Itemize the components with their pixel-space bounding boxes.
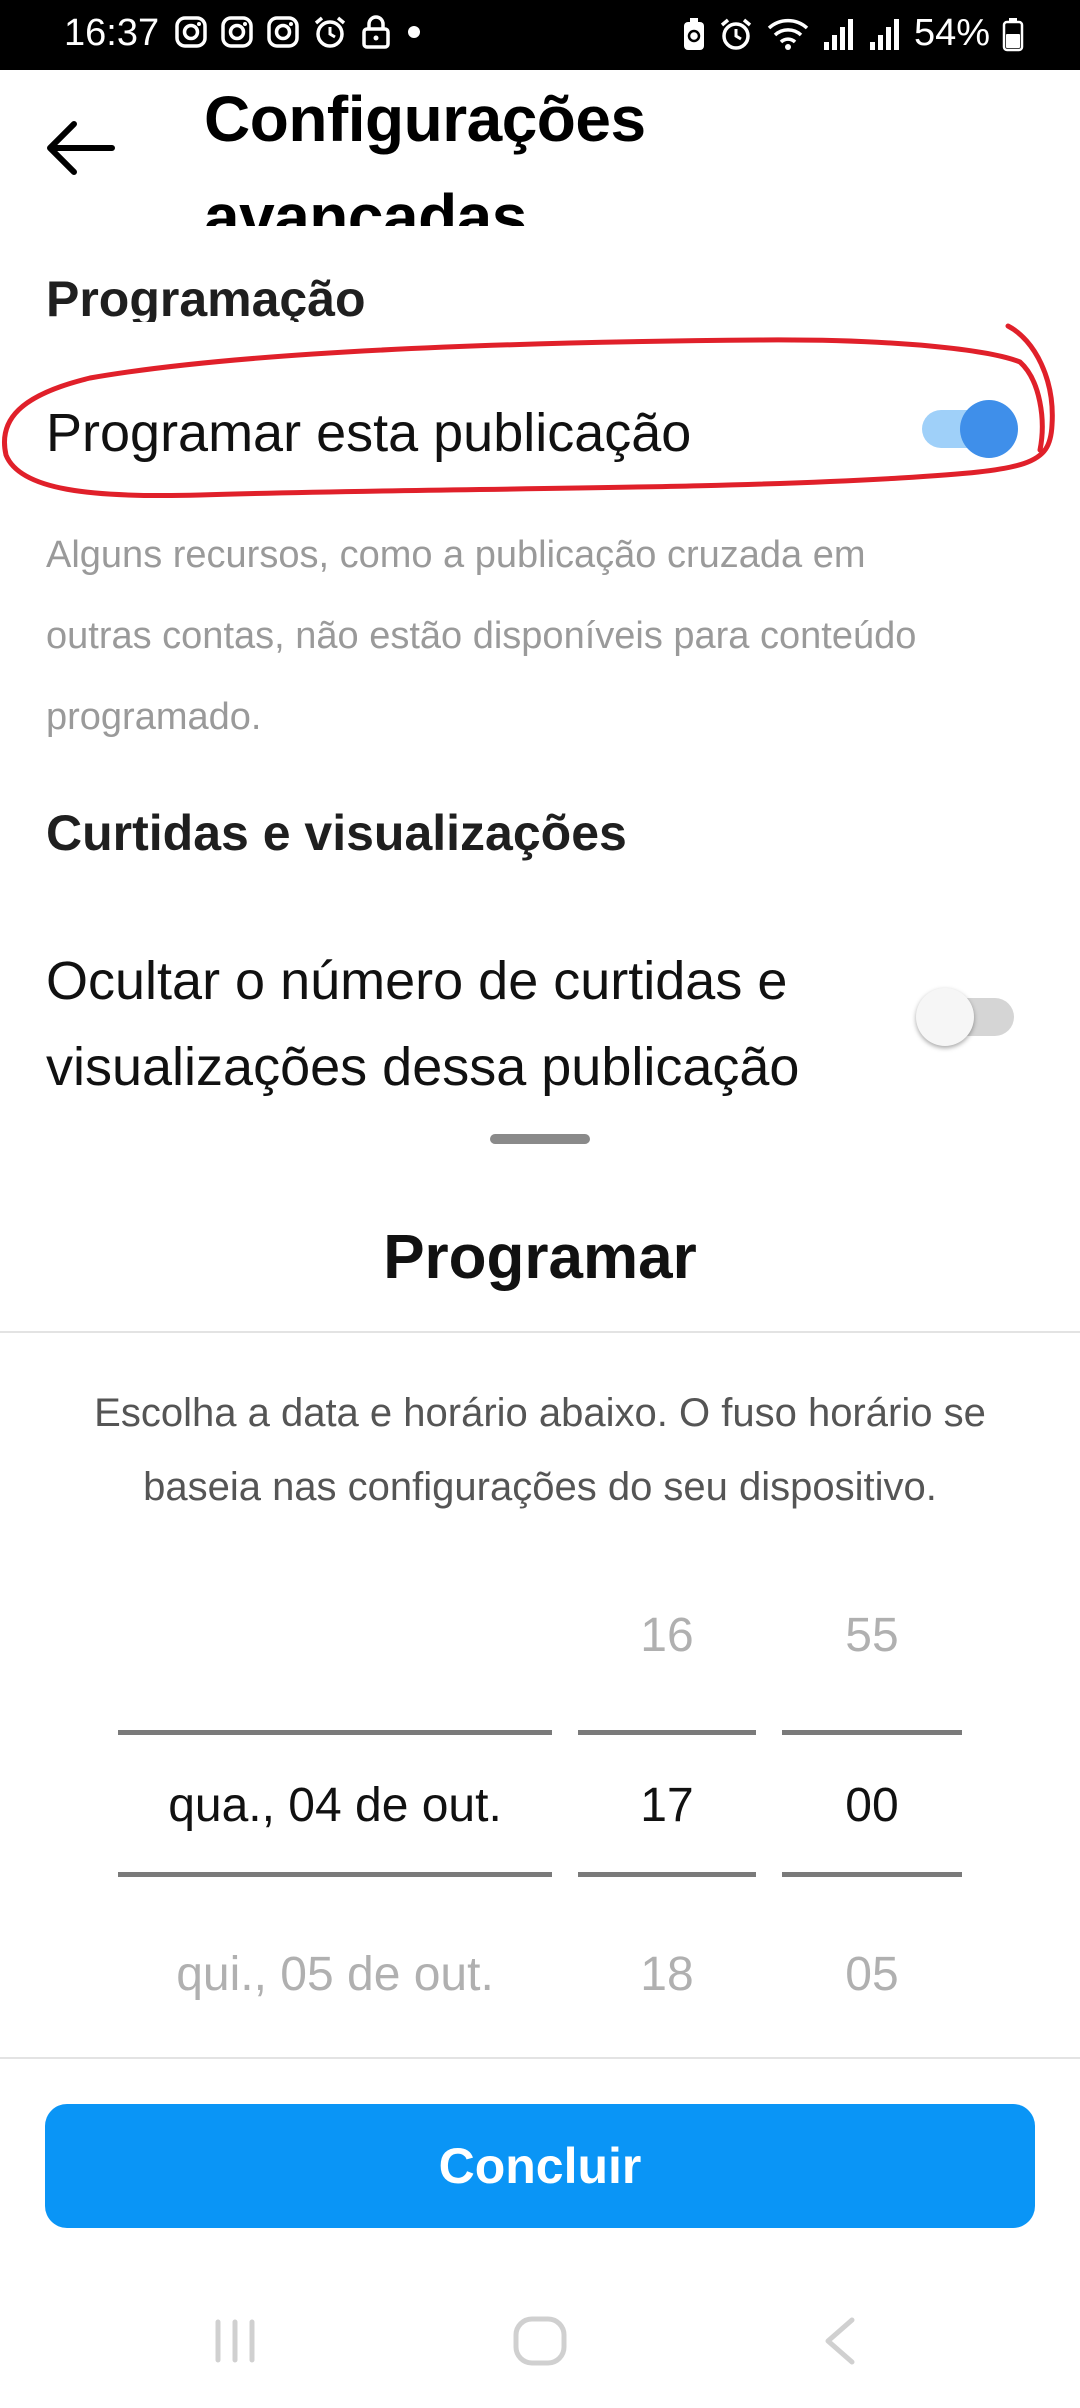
picker-hour-bottom-line: [578, 1872, 756, 1877]
back-arrow-icon[interactable]: [44, 118, 116, 178]
picker-hour-option[interactable]: 16: [578, 1608, 756, 1663]
picker-minute-option[interactable]: 55: [782, 1608, 962, 1663]
status-time: 16:37: [64, 12, 160, 54]
picker-date-option[interactable]: qui., 05 de out.: [118, 1947, 552, 2002]
picker-minute-top-line: [782, 1730, 962, 1735]
system-icons: 54%: [682, 12, 1024, 55]
picker-minute-selected[interactable]: 00: [782, 1778, 962, 1833]
section-scheduling-container: Programação: [46, 262, 646, 322]
hide-likes-toggle[interactable]: [916, 976, 1018, 1056]
back-icon[interactable]: [820, 2316, 860, 2366]
divider: [0, 2057, 1080, 2059]
page-title: Configurações avançadas: [204, 83, 646, 226]
scheduling-description: Alguns recursos, como a publicação cruza…: [46, 534, 917, 738]
sheet-title: Programar: [383, 1223, 697, 1292]
picker-date-selected[interactable]: qua., 04 de out.: [118, 1778, 552, 1833]
signal-icon: [823, 18, 853, 50]
wifi-icon: [767, 18, 809, 50]
notification-icons: [174, 14, 424, 50]
alarm-icon: [720, 18, 752, 50]
done-button[interactable]: Concluir: [45, 2104, 1035, 2228]
battery-percent: 54%: [913, 12, 990, 54]
battery-saver-icon: [683, 17, 704, 50]
toggle-knob: [916, 988, 974, 1046]
section-title-scheduling: Programação: [46, 271, 366, 322]
status-bar: 16:37 54%: [0, 0, 1080, 70]
picker-minute-bottom-line: [782, 1872, 962, 1877]
sheet-drag-handle[interactable]: [490, 1134, 590, 1144]
lock-icon: [362, 15, 390, 49]
divider: [0, 1331, 1080, 1333]
picker-minute-option[interactable]: 05: [782, 1947, 962, 2002]
home-icon[interactable]: [512, 2316, 568, 2366]
picker-date-top-line: [118, 1730, 552, 1735]
recent-apps-icon[interactable]: [210, 2316, 260, 2366]
red-highlight-annotation: [2, 323, 1055, 499]
instagram-icon: [221, 16, 253, 48]
dot-icon: [408, 26, 420, 38]
page-title-container: Configurações avançadas: [204, 70, 964, 226]
section-title-likes: Curtidas e visualizações: [46, 805, 627, 861]
instagram-icon: [267, 16, 299, 48]
picker-hour-selected[interactable]: 17: [578, 1778, 756, 1833]
battery-icon: [1002, 17, 1024, 51]
hide-likes-label: Ocultar o número de curtidas e visualiza…: [46, 951, 800, 1097]
signal-icon: [869, 18, 899, 50]
instagram-icon: [175, 16, 207, 48]
picker-hour-option[interactable]: 18: [578, 1947, 756, 2002]
sheet-description: Escolha a data e horário abaixo. O fuso …: [94, 1391, 986, 1509]
picker-hour-top-line: [578, 1730, 756, 1735]
picker-date-bottom-line: [118, 1872, 552, 1877]
alarm-icon: [314, 16, 346, 48]
